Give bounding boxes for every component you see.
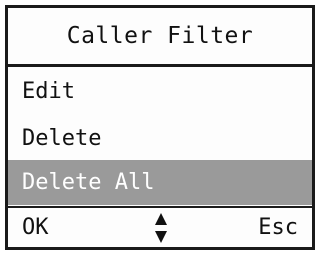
title-divider bbox=[8, 64, 312, 67]
ok-softkey[interactable]: OK bbox=[22, 208, 49, 248]
screen-title: Caller Filter bbox=[66, 23, 254, 49]
menu-item-edit[interactable]: Edit bbox=[8, 69, 312, 114]
menu-item-delete-all[interactable]: Delete All bbox=[8, 160, 312, 205]
up-down-arrows-icon[interactable] bbox=[154, 212, 168, 244]
menu-item-delete[interactable]: Delete bbox=[8, 116, 312, 161]
esc-softkey[interactable]: Esc bbox=[258, 208, 298, 248]
phone-display: Caller Filter Edit Delete Delete All OK … bbox=[5, 5, 315, 250]
